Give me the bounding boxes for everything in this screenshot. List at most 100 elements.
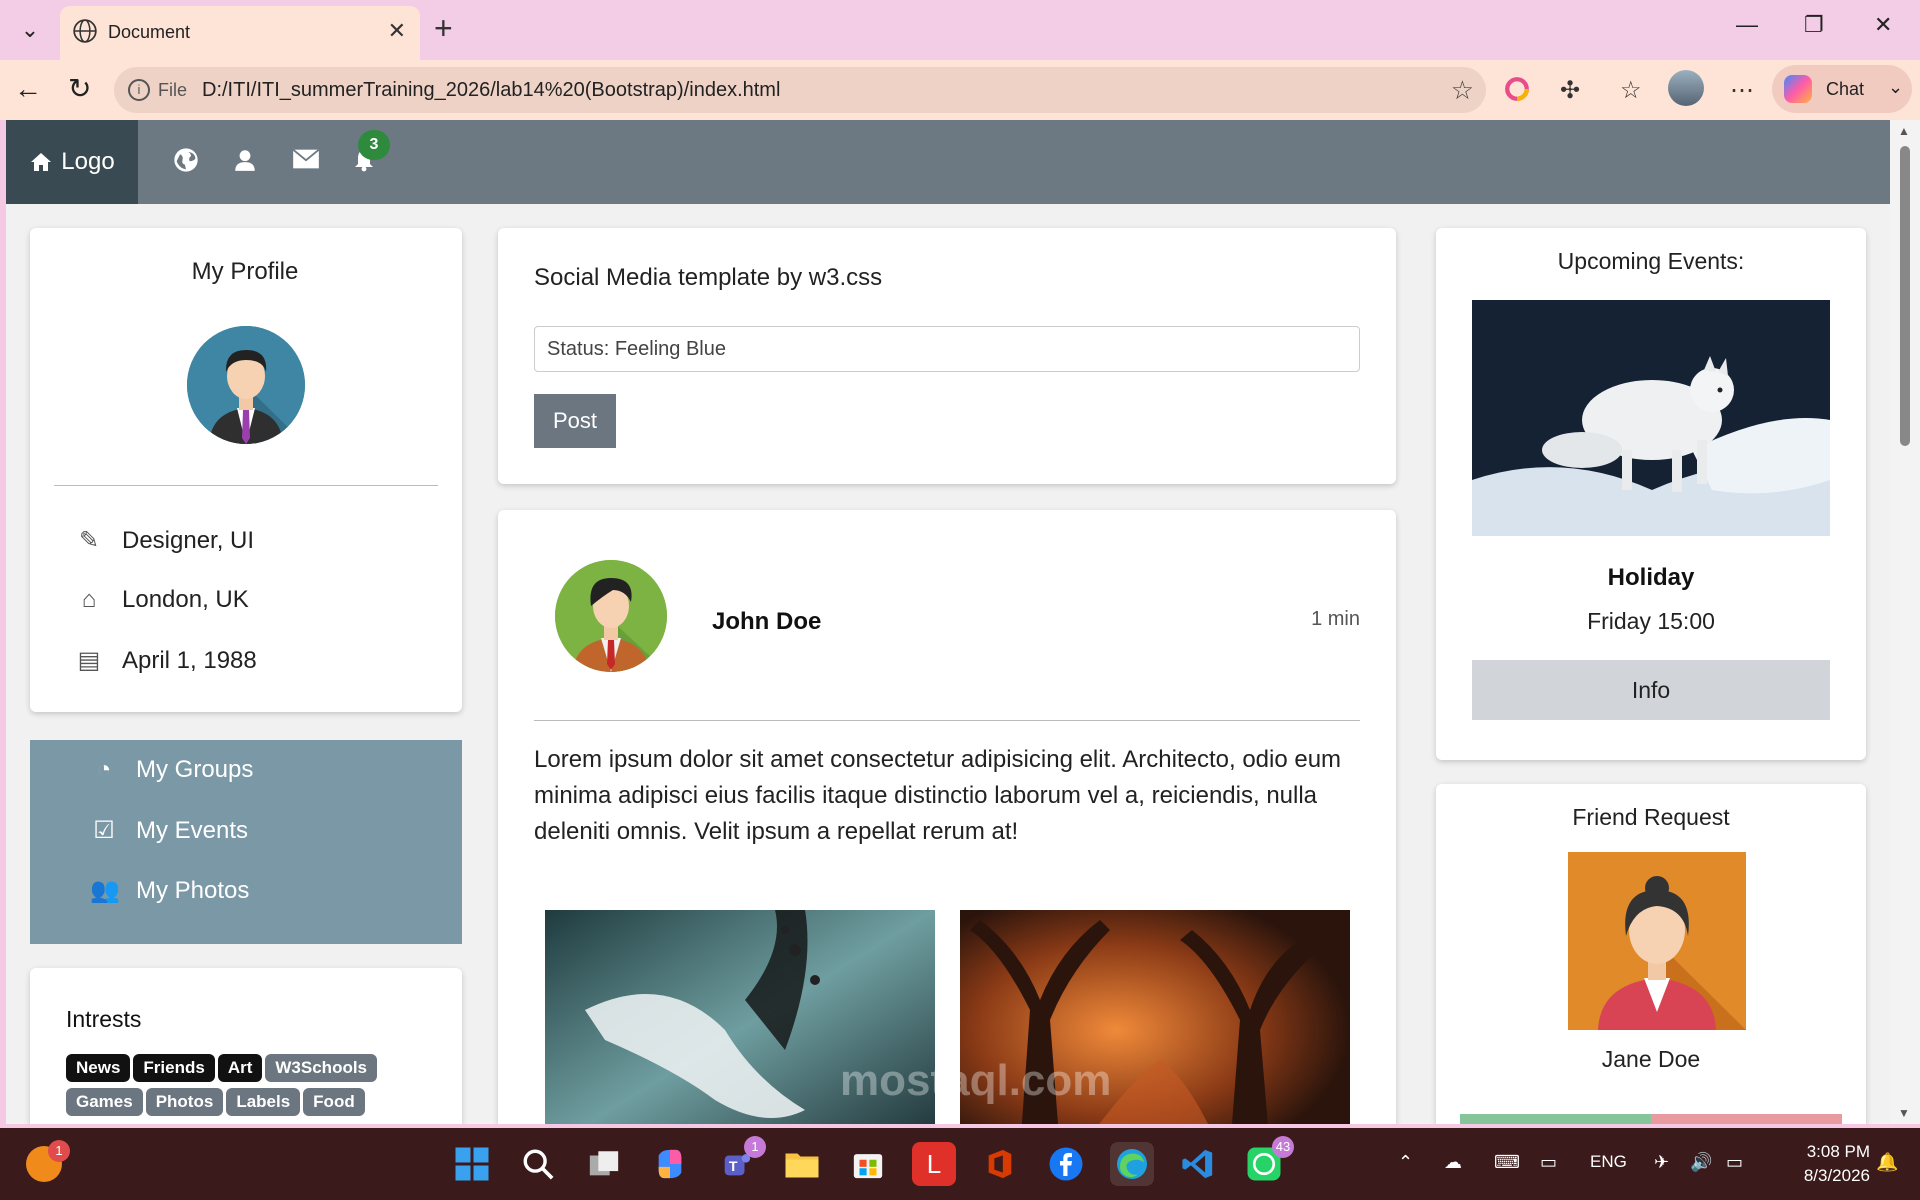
menu-label: My Photos bbox=[136, 877, 250, 904]
composer-heading: Social Media template by w3.css bbox=[534, 264, 883, 291]
user-icon[interactable] bbox=[232, 146, 258, 179]
events-title: Upcoming Events: bbox=[1557, 248, 1745, 274]
tab-list-chevron-icon[interactable]: ⌄ bbox=[8, 10, 52, 50]
profile-title: My Profile bbox=[191, 258, 299, 285]
tag-art[interactable]: Art bbox=[217, 1054, 263, 1082]
pencil-icon: ✎ bbox=[78, 527, 100, 554]
decline-button[interactable] bbox=[1651, 1114, 1842, 1124]
tag-w3schools[interactable]: W3Schools bbox=[265, 1054, 378, 1082]
browser-tab[interactable]: Document ✕ bbox=[60, 6, 420, 60]
post-time: 1 min bbox=[1311, 608, 1360, 630]
widget-badge: 1 bbox=[48, 1140, 70, 1162]
clock[interactable]: 3:08 PM 8/3/2026 bbox=[1770, 1140, 1870, 1188]
profile-avatar-icon[interactable] bbox=[1668, 70, 1704, 106]
file-explorer-icon[interactable] bbox=[780, 1142, 824, 1186]
copilot-icon[interactable] bbox=[648, 1142, 692, 1186]
tab-title: Document bbox=[108, 22, 191, 42]
interests-card: Intrests News Friends Art W3Schools Games Ph… bbox=[30, 968, 462, 1124]
clock-time: 3:08 PM bbox=[1806, 1142, 1870, 1161]
accept-button[interactable] bbox=[1460, 1114, 1651, 1124]
teams-badge: 1 bbox=[744, 1136, 766, 1158]
whatsapp-badge: 43 bbox=[1272, 1136, 1294, 1158]
tag-friends[interactable]: Friends bbox=[133, 1054, 215, 1082]
globe-icon[interactable] bbox=[172, 146, 200, 179]
tag-photos[interactable]: Photos bbox=[145, 1088, 224, 1116]
keyboard-icon[interactable]: ⌨ bbox=[1494, 1152, 1520, 1173]
facebook-icon[interactable] bbox=[1044, 1142, 1088, 1186]
back-arrow-icon[interactable]: ← bbox=[14, 74, 42, 104]
new-tab-plus-icon[interactable]: + bbox=[434, 12, 453, 44]
edge-browser-icon[interactable] bbox=[1110, 1142, 1154, 1186]
logo-link[interactable]: Logo bbox=[6, 120, 138, 204]
clock-date: 8/3/2026 bbox=[1803, 1166, 1870, 1185]
menu-item-photos[interactable]: 👥 My Photos bbox=[90, 876, 249, 905]
scroll-up-icon[interactable]: ▲ bbox=[1898, 124, 1910, 138]
post-divider bbox=[534, 720, 1360, 721]
status-input[interactable]: Status: Feeling Blue bbox=[534, 326, 1360, 372]
start-windows-icon[interactable] bbox=[450, 1142, 494, 1186]
battery-charging-icon[interactable]: ▭ bbox=[1726, 1152, 1743, 1173]
chat-label: Chat bbox=[1826, 79, 1865, 99]
task-view-icon[interactable] bbox=[582, 1142, 626, 1186]
office-icon[interactable] bbox=[978, 1142, 1022, 1186]
minimize-icon[interactable]: — bbox=[1736, 12, 1758, 38]
notifications-bell-icon[interactable]: 🔔 bbox=[1876, 1152, 1898, 1173]
microsoft-store-icon[interactable] bbox=[846, 1142, 890, 1186]
reload-icon[interactable]: ↻ bbox=[68, 74, 91, 104]
location-row: ⌂ London, UK bbox=[76, 586, 249, 614]
color-wheel-extension-icon[interactable] bbox=[1504, 76, 1530, 109]
address-bar[interactable]: i File D:/ITI/ITI_summerTraining_2026/la… bbox=[114, 67, 1486, 113]
tag-food[interactable]: Food bbox=[303, 1088, 365, 1116]
vscode-icon[interactable] bbox=[1176, 1142, 1220, 1186]
home-icon: ⌂ bbox=[81, 586, 97, 613]
show-hidden-icons-chevron-icon[interactable]: ⌃ bbox=[1398, 1152, 1413, 1173]
tag-news[interactable]: News bbox=[66, 1054, 131, 1082]
display-icon[interactable]: ▭ bbox=[1540, 1152, 1557, 1173]
post-author-name[interactable]: John Doe bbox=[712, 608, 821, 636]
copilot-icon bbox=[1784, 75, 1812, 103]
scroll-thumb[interactable] bbox=[1900, 146, 1910, 446]
favorite-star-icon[interactable]: ☆ bbox=[1451, 75, 1474, 106]
close-tab-icon[interactable]: ✕ bbox=[388, 18, 406, 44]
tag-games[interactable]: Games bbox=[66, 1088, 143, 1116]
event-image-arctic-fox bbox=[1472, 300, 1830, 536]
more-options-icon[interactable]: ⋯ bbox=[1730, 76, 1754, 105]
friend-request-actions bbox=[1460, 1114, 1842, 1124]
event-name: Holiday bbox=[1607, 564, 1695, 591]
page-scrollbar[interactable]: ▲ ▼ bbox=[1890, 120, 1920, 1124]
onedrive-cloud-icon[interactable]: ☁ bbox=[1444, 1152, 1462, 1173]
event-info-button[interactable]: Info bbox=[1472, 660, 1830, 720]
menu-item-events[interactable]: ☑ My Events bbox=[90, 816, 248, 845]
search-icon[interactable] bbox=[516, 1142, 560, 1186]
friend-request-title: Friend Request bbox=[1572, 804, 1730, 830]
profile-divider bbox=[54, 485, 438, 486]
info-icon[interactable]: i bbox=[128, 79, 150, 101]
web-page: Logo 3 My Profile ✎ Designer, UI ⌂ Londo… bbox=[6, 120, 1890, 1124]
tag-labels[interactable]: Labels bbox=[226, 1088, 301, 1116]
scroll-down-icon[interactable]: ▼ bbox=[1898, 1106, 1910, 1120]
close-window-icon[interactable]: ✕ bbox=[1874, 12, 1892, 38]
airplane-mode-icon[interactable]: ✈ bbox=[1654, 1152, 1669, 1173]
envelope-icon[interactable] bbox=[292, 146, 320, 177]
circle-notch-icon: ◔ bbox=[96, 756, 112, 783]
cake-icon: ▤ bbox=[77, 647, 101, 674]
teams-icon[interactable]: T 1 bbox=[714, 1136, 766, 1186]
status-composer-card: Social Media template by w3.css Status: … bbox=[498, 228, 1396, 484]
restore-icon[interactable]: ❐ bbox=[1804, 12, 1824, 38]
calendar-check-icon: ☑ bbox=[93, 817, 115, 844]
copilot-chat-button[interactable]: Chat ⌄ bbox=[1772, 65, 1912, 113]
language-indicator[interactable]: ENG bbox=[1590, 1152, 1627, 1172]
file-scheme-label: File bbox=[158, 80, 188, 100]
post-button[interactable]: Post bbox=[534, 394, 616, 448]
url-text[interactable]: D:/ITI/ITI_summerTraining_2026/lab14%20(… bbox=[202, 79, 780, 102]
whatsapp-icon[interactable]: 43 bbox=[1242, 1136, 1294, 1186]
menu-item-groups[interactable]: ◔ My Groups bbox=[90, 756, 254, 784]
extensions-puzzle-icon[interactable]: ✣ bbox=[1560, 76, 1580, 105]
profile-card: My Profile ✎ Designer, UI ⌂ London, UK ▤ Ap… bbox=[30, 228, 462, 712]
app-l-icon[interactable]: L bbox=[912, 1142, 956, 1186]
menu-label: My Events bbox=[136, 817, 249, 844]
weather-widget-icon[interactable]: 1 bbox=[26, 1140, 70, 1182]
volume-icon[interactable]: 🔊 bbox=[1690, 1152, 1712, 1173]
chevron-down-icon[interactable]: ⌄ bbox=[1888, 77, 1903, 98]
favorites-icon[interactable]: ☆ bbox=[1620, 76, 1642, 105]
